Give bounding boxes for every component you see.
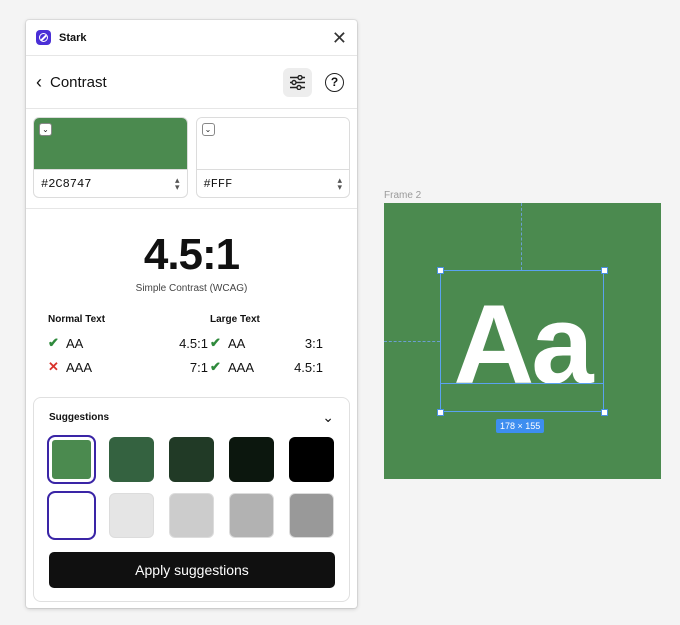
suggestion-swatch[interactable] <box>109 493 154 538</box>
grade-level: AA <box>66 335 84 351</box>
plugin-titlebar: Stark ✕ <box>26 20 357 56</box>
resize-handle[interactable] <box>601 409 608 416</box>
suggestions-card: Suggestions ⌄ Apply suggestions <box>33 397 350 602</box>
suggestions-title: Suggestions <box>49 411 110 423</box>
grade-value: 4.5:1 <box>294 359 323 375</box>
contrast-method: Simple Contrast (WCAG) <box>135 283 248 294</box>
foreground-hex-value: #2C8747 <box>41 177 92 191</box>
contrast-result: 4.5:1 Simple Contrast (WCAG) <box>26 209 357 295</box>
background-hex-field[interactable]: #FFF ▴ ▾ <box>196 169 349 197</box>
normal-text-grades: Normal Text ✔ AA 4.5:1 ✕ AAA 7:1 <box>48 314 208 379</box>
suggestion-swatch[interactable] <box>169 437 214 482</box>
guide-line <box>521 203 522 270</box>
cross-icon: ✕ <box>48 359 59 374</box>
grade-level: AAA <box>228 359 255 375</box>
stark-plugin-panel: Stark ✕ ‹ Contrast ? ⌄ #2C8747 ▴ ▾ ⌄ #FF… <box>26 20 357 608</box>
chevron-down-icon[interactable]: ⌄ <box>39 123 52 136</box>
suggestion-swatches <box>47 435 334 540</box>
selection-box <box>440 270 604 412</box>
grade-value: 4.5:1 <box>179 335 208 351</box>
back-chevron-icon[interactable]: ‹ <box>36 73 42 91</box>
color-pickers: ⌄ #2C8747 ▴ ▾ ⌄ #FFF ▴ ▾ <box>26 109 357 209</box>
foreground-color-card: ⌄ #2C8747 ▴ ▾ <box>33 117 188 198</box>
suggestion-swatch[interactable] <box>289 437 334 482</box>
wcag-grades: Normal Text ✔ AA 4.5:1 ✕ AAA 7:1 Large T… <box>26 294 357 379</box>
help-icon: ? <box>325 72 344 92</box>
suggestion-swatch[interactable] <box>289 493 334 538</box>
resize-handle[interactable] <box>437 409 444 416</box>
suggestion-swatch[interactable] <box>47 491 96 540</box>
resize-handle[interactable] <box>601 267 608 274</box>
background-swatch[interactable]: ⌄ <box>196 118 349 169</box>
close-icon[interactable]: ✕ <box>332 29 347 47</box>
grade-row-aa: ✔ AA 4.5:1 <box>48 331 208 355</box>
grade-level: AAA <box>66 359 93 375</box>
stark-logo-icon <box>36 30 51 45</box>
resize-handle[interactable] <box>437 267 444 274</box>
chevron-down-icon[interactable]: ⌄ <box>201 123 215 136</box>
sliders-icon <box>290 74 305 90</box>
foreground-hex-field[interactable]: #2C8747 ▴ ▾ <box>34 169 187 197</box>
grade-row-aaa: ✕ AAA 7:1 <box>48 355 208 379</box>
canvas-frame[interactable]: Aa 178 × 155 <box>384 203 661 479</box>
suggestion-swatch[interactable] <box>109 437 154 482</box>
foreground-swatch[interactable]: ⌄ <box>34 118 187 169</box>
grade-value: 7:1 <box>189 359 208 375</box>
suggestion-swatch[interactable] <box>229 437 274 482</box>
plugin-name: Stark <box>59 31 87 44</box>
suggestion-swatch[interactable] <box>169 493 214 538</box>
grade-row-aaa: ✔ AAA 4.5:1 <box>210 355 323 379</box>
stepper-icon[interactable]: ▴ ▾ <box>337 175 342 191</box>
contrast-ratio: 4.5:1 <box>143 230 240 279</box>
suggestions-header[interactable]: Suggestions ⌄ <box>49 409 334 426</box>
apply-suggestions-button[interactable]: Apply suggestions <box>49 552 335 588</box>
chevron-down-icon[interactable]: ⌄ <box>322 409 334 426</box>
background-hex-value: #FFF <box>203 177 233 191</box>
text-baseline <box>440 383 604 384</box>
panel-header: ‹ Contrast ? <box>26 56 357 109</box>
grade-row-aa: ✔ AA 3:1 <box>210 331 323 355</box>
page-title: Contrast <box>50 73 107 91</box>
check-icon: ✔ <box>210 359 221 374</box>
help-button[interactable]: ? <box>320 68 349 97</box>
grade-level: AA <box>228 335 246 351</box>
suggestion-swatch[interactable] <box>47 435 96 484</box>
dimension-badge: 178 × 155 <box>496 419 545 433</box>
stepper-icon[interactable]: ▴ ▾ <box>175 175 180 191</box>
guide-line <box>384 341 440 342</box>
suggestion-swatch[interactable] <box>229 493 274 538</box>
grade-value: 3:1 <box>304 335 323 351</box>
large-text-grades: Large Text ✔ AA 3:1 ✔ AAA 4.5:1 <box>210 314 323 379</box>
large-text-title: Large Text <box>210 314 260 325</box>
frame-label[interactable]: Frame 2 <box>384 190 421 201</box>
normal-text-title: Normal Text <box>48 314 106 325</box>
check-icon: ✔ <box>210 335 221 350</box>
background-color-card: ⌄ #FFF ▴ ▾ <box>195 117 350 198</box>
check-icon: ✔ <box>48 335 59 350</box>
settings-sliders-button[interactable] <box>283 67 312 97</box>
